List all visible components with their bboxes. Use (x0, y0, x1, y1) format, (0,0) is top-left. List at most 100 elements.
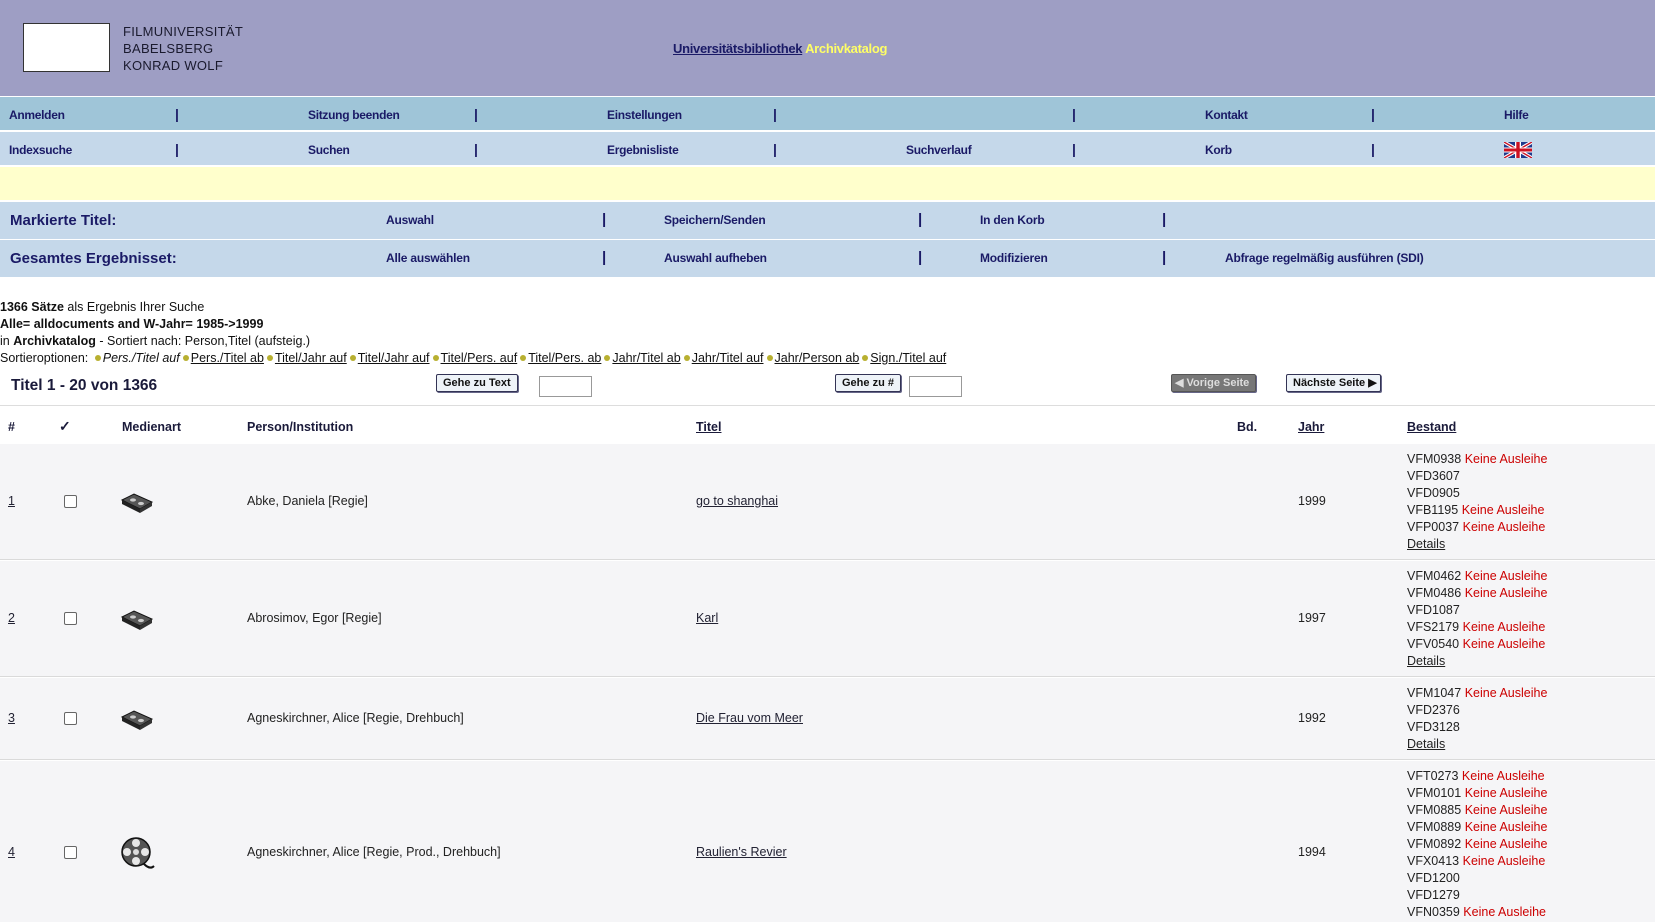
nav-login[interactable]: Anmelden (9, 108, 65, 122)
table-row: 1 Abke, Daniela [Regie] go to shanghai 199… (0, 444, 1655, 560)
result-count: 1366 Sätze als Ergebnis Ihrer Suche (0, 300, 205, 314)
nav-separator: | (773, 106, 777, 122)
marked-titles-label: Markierte Titel: (10, 212, 117, 229)
bullet-icon (604, 355, 611, 362)
save-send-link[interactable]: Speichern/Senden (664, 213, 766, 227)
bullet-icon (520, 355, 527, 362)
result-range: Titel 1 - 20 von 1366 (11, 377, 158, 394)
nav-end-session[interactable]: Sitzung beenden (308, 108, 400, 122)
action-separator: | (1162, 211, 1167, 228)
goto-number-button[interactable]: Gehe zu # (835, 374, 901, 392)
logo[interactable] (23, 23, 110, 72)
catalog-name: Archivkatalog (805, 41, 888, 56)
nav-help[interactable]: Hilfe (1504, 108, 1529, 122)
row-number-link[interactable]: 4 (8, 845, 15, 859)
uk-flag-icon[interactable] (1504, 142, 1532, 158)
col-title[interactable]: Titel (696, 420, 721, 434)
holding-item: VFX0413 Keine Ausleihe (1407, 854, 1546, 868)
holding-item: VFB1195 Keine Ausleihe (1407, 503, 1545, 517)
sort-options: Sortieroptionen: Pers./Titel auf Pers./Ti… (0, 351, 947, 365)
sort-option[interactable]: Titel/Jahr auf (358, 351, 430, 365)
goto-text-button[interactable]: Gehe zu Text (436, 374, 518, 392)
row-number-link[interactable]: 2 (8, 611, 15, 625)
nav-search[interactable]: Suchen (308, 143, 350, 157)
nav-search-history[interactable]: Suchverlauf (906, 143, 972, 157)
row-checkbox[interactable] (64, 495, 77, 508)
row-holdings: VFM1047 Keine Ausleihe VFD2376 VFD3128 Deta… (1407, 685, 1547, 753)
nav-result-list[interactable]: Ergebnisliste (607, 143, 679, 157)
holding-item: VFV0540 Keine Ausleihe (1407, 637, 1546, 651)
row-year: 1999 (1298, 494, 1326, 508)
col-holdings[interactable]: Bestand (1407, 420, 1456, 434)
col-volume: Bd. (1237, 420, 1258, 434)
holding-item: VFM1047 Keine Ausleihe (1407, 686, 1548, 700)
catalog-line: in Archivkatalog - Sortiert nach: Person… (0, 334, 311, 348)
nav-contact[interactable]: Kontakt (1205, 108, 1248, 122)
library-link[interactable]: Universitätsbibliothek (673, 41, 803, 56)
row-holdings: VFM0938 Keine Ausleihe VFD3607 VFD0905 VFB1… (1407, 451, 1547, 553)
result-set-bar: Gesamtes Ergebnisset: Alle auswählen | A… (0, 240, 1655, 277)
sort-option[interactable]: Sign./Titel auf (870, 351, 946, 365)
select-all-link[interactable]: Alle auswählen (386, 251, 470, 265)
holding-item: VFD1200 (1407, 871, 1460, 885)
row-title-link[interactable]: go to shanghai (696, 494, 778, 508)
holding-item: VFM0101 Keine Ausleihe (1407, 786, 1548, 800)
row-title-link[interactable]: Raulien's Revier (696, 845, 787, 859)
add-to-basket-link[interactable]: In den Korb (980, 213, 1045, 227)
bullet-icon (94, 355, 101, 362)
nav-separator: | (1371, 106, 1375, 122)
row-title-link[interactable]: Karl (696, 611, 718, 625)
table-header: # ✓ Medienart Person/Institution Titel B… (0, 408, 1655, 444)
holding-item: VFD3607 (1407, 469, 1460, 483)
holding-item: VFN0359 Keine Ausleihe (1407, 905, 1546, 919)
marked-titles-bar: Markierte Titel: Auswahl | Speichern/Sen… (0, 202, 1655, 239)
holding-item: VFD2376 (1407, 703, 1460, 717)
holding-item: VFD0905 (1407, 486, 1460, 500)
video-cassette-icon (120, 608, 154, 635)
nav-settings[interactable]: Einstellungen (607, 108, 682, 122)
sort-option[interactable]: Jahr/Titel ab (612, 351, 680, 365)
modify-link[interactable]: Modifizieren (980, 251, 1048, 265)
row-checkbox[interactable] (64, 846, 77, 859)
bullet-icon (432, 355, 439, 362)
action-separator: | (918, 211, 923, 228)
row-year: 1992 (1298, 711, 1326, 725)
bullet-icon (182, 355, 189, 362)
holding-item: VFM0938 Keine Ausleihe (1407, 452, 1548, 466)
holding-item: VFM0462 Keine Ausleihe (1407, 569, 1548, 583)
nav-index-search[interactable]: Indexsuche (9, 143, 72, 157)
sort-option[interactable]: Titel/Pers. ab (528, 351, 601, 365)
row-checkbox[interactable] (64, 612, 77, 625)
details-link[interactable]: Details (1407, 653, 1547, 670)
holding-item: VFM0892 Keine Ausleihe (1407, 837, 1548, 851)
sort-option[interactable]: Jahr/Person ab (775, 351, 860, 365)
sort-option[interactable]: Pers./Titel ab (191, 351, 264, 365)
goto-text-input[interactable] (539, 376, 592, 397)
row-checkbox[interactable] (64, 712, 77, 725)
page-header: FILMUNIVERSITÄT BABELSBERG KONRAD WOLF U… (0, 0, 1655, 96)
arrow-left-icon: ◀ (1175, 377, 1184, 389)
next-page-button[interactable]: Nächste Seite ▶ (1286, 374, 1381, 392)
col-year[interactable]: Jahr (1298, 420, 1324, 434)
sort-option[interactable]: Jahr/Titel auf (692, 351, 764, 365)
nav-basket[interactable]: Korb (1205, 143, 1232, 157)
clear-selection-link[interactable]: Auswahl aufheben (664, 251, 767, 265)
row-title-link[interactable]: Die Frau vom Meer (696, 711, 803, 725)
details-link[interactable]: Details (1407, 736, 1547, 753)
selection-link[interactable]: Auswahl (386, 213, 434, 227)
video-cassette-icon (120, 708, 154, 735)
previous-page-button[interactable]: ◀ Vorige Seite (1171, 374, 1257, 392)
nav-separator: | (474, 106, 478, 122)
holding-item: VFP0037 Keine Ausleihe (1407, 520, 1546, 534)
row-number-link[interactable]: 3 (8, 711, 15, 725)
sort-option[interactable]: Titel/Jahr auf (275, 351, 347, 365)
table-row: 3 Agneskirchner, Alice [Regie, Drehbuch] D… (0, 678, 1655, 760)
details-link[interactable]: Details (1407, 536, 1547, 553)
sort-option[interactable]: Titel/Pers. auf (441, 351, 518, 365)
top-nav: Anmelden | Sitzung beenden | Einstellung… (0, 96, 1655, 130)
goto-number-input[interactable] (909, 376, 962, 397)
row-number-link[interactable]: 1 (8, 494, 15, 508)
sdi-link[interactable]: Abfrage regelmäßig ausführen (SDI) (1225, 251, 1424, 265)
holding-item: VFT0273 Keine Ausleihe (1407, 769, 1545, 783)
row-person: Abke, Daniela [Regie] (247, 494, 368, 508)
